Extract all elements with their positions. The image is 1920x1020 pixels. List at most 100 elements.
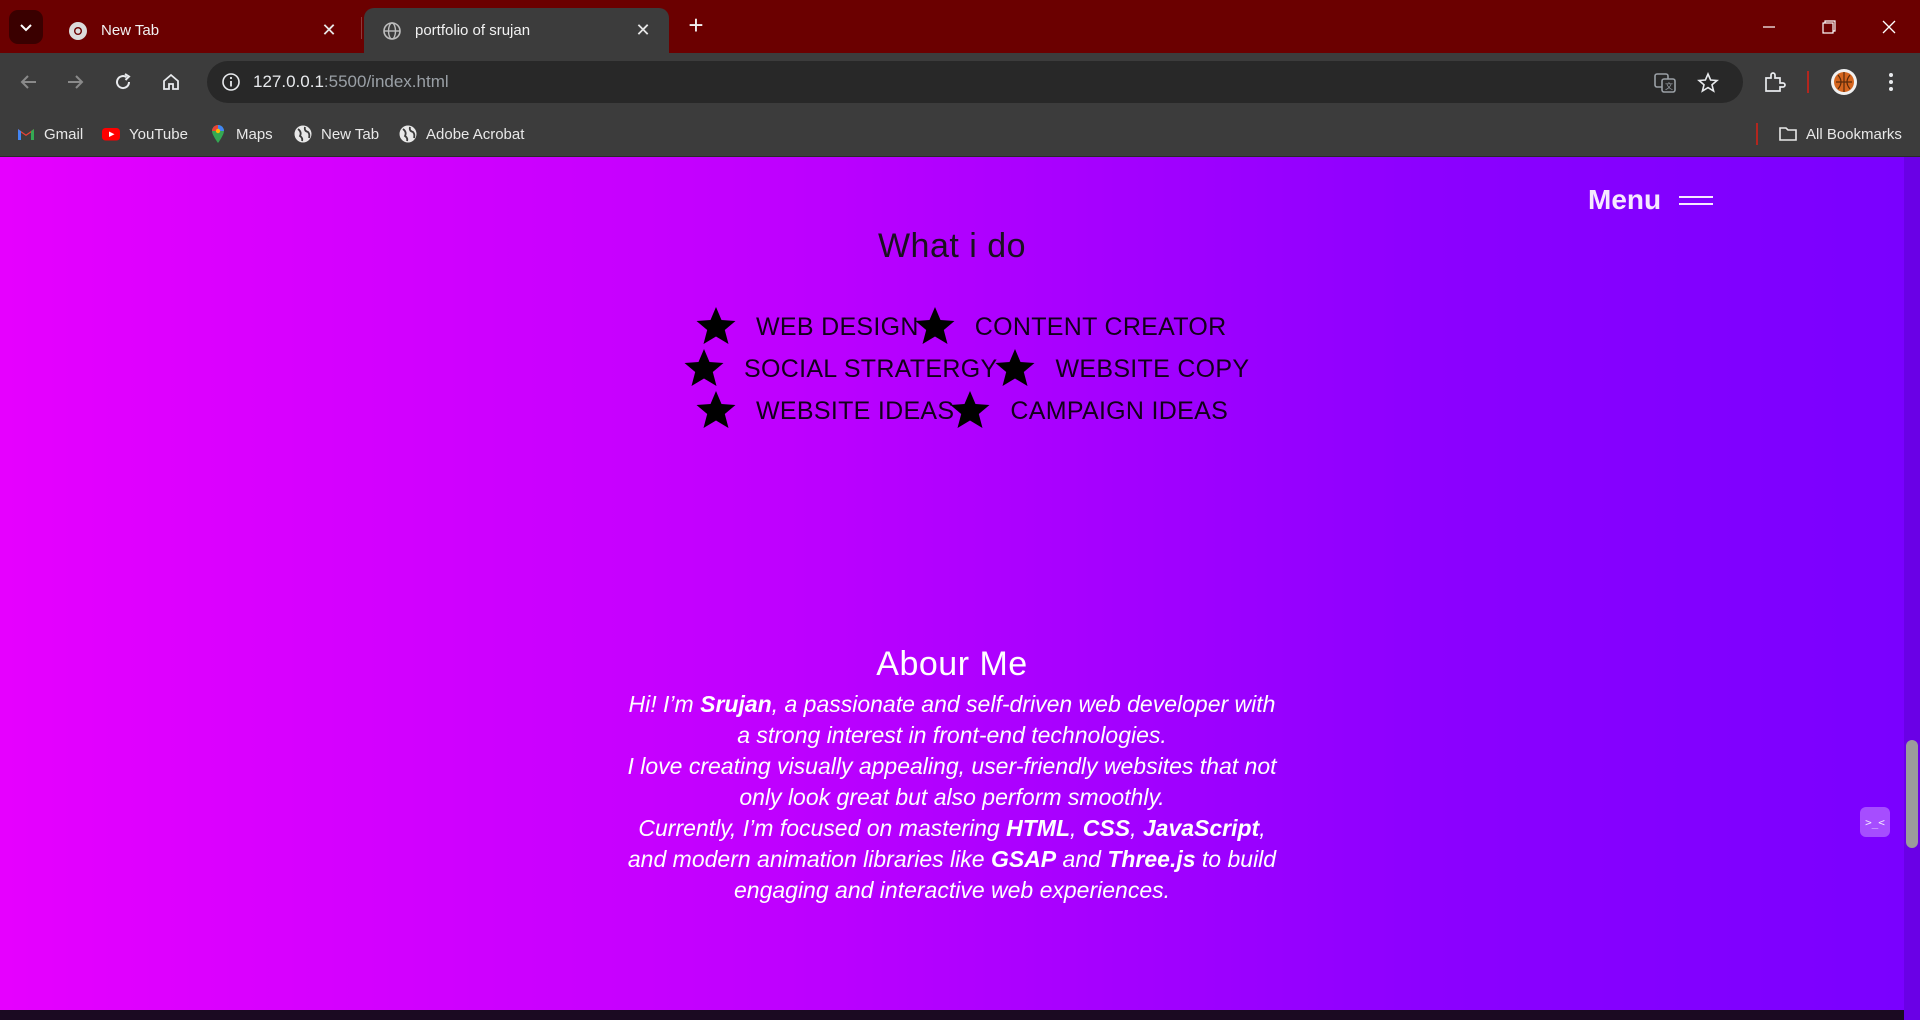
about-name: Srujan — [700, 691, 772, 717]
chevron-down-icon — [20, 24, 32, 32]
skill-label: SOCIAL STRATERGY — [744, 354, 998, 383]
about-tech: HTML — [1006, 815, 1070, 841]
next-section-edge — [0, 1010, 1904, 1020]
bookmark-youtube[interactable]: YouTube — [101, 122, 188, 146]
back-button[interactable] — [12, 65, 46, 99]
about-tech: JavaScript — [1142, 815, 1260, 841]
tab-title: New Tab — [101, 22, 160, 39]
star-icon — [950, 391, 990, 428]
restore-icon — [1822, 19, 1836, 34]
star-icon — [995, 349, 1035, 386]
profile-button[interactable] — [1830, 68, 1858, 96]
forward-arrow-icon — [68, 75, 84, 89]
portfolio-page: Menu What i do WEB DESIGN CONTENT CREATO… — [0, 157, 1904, 1020]
new-tab-button[interactable]: + — [682, 12, 710, 40]
star-icon — [915, 307, 955, 344]
skill-item: SOCIAL STRATERGY — [682, 349, 997, 389]
skill-item: CONTENT CREATOR — [913, 307, 1227, 347]
gmail-icon — [18, 129, 34, 140]
about-paragraph: Hi! I’m Srujan, a passionate and self-dr… — [620, 689, 1284, 906]
home-icon — [163, 73, 179, 90]
about-text: Hi! I’m — [628, 691, 701, 717]
about-text: , — [1130, 815, 1143, 841]
reload-button[interactable] — [106, 65, 140, 99]
tab-portfolio[interactable]: portfolio of srujan ✕ — [364, 8, 669, 53]
reload-icon — [116, 73, 131, 90]
skill-label: CONTENT CREATOR — [974, 312, 1227, 341]
tab-new-tab[interactable]: New Tab ✕ — [50, 8, 355, 53]
all-bookmarks-label: All Bookmarks — [1806, 125, 1902, 143]
browser-menu-button[interactable] — [1877, 68, 1905, 96]
close-tab-icon[interactable]: ✕ — [319, 20, 339, 40]
bookmark-label: Maps — [236, 125, 273, 143]
about-title: Abour Me — [876, 645, 1028, 683]
tab-search-button[interactable] — [9, 10, 43, 44]
bookmark-maps[interactable]: Maps — [208, 122, 273, 146]
floating-widget-button[interactable]: >_< — [1860, 807, 1890, 837]
bookmark-gmail[interactable]: Gmail — [16, 122, 83, 146]
extensions-button[interactable] — [1760, 68, 1788, 96]
scrollbar-thumb[interactable] — [1906, 740, 1918, 848]
skill-item: WEBSITE COPY — [993, 349, 1249, 389]
bookmark-label: YouTube — [129, 125, 188, 143]
skill-label: WEB DESIGN — [756, 312, 919, 341]
folder-icon — [1779, 127, 1797, 141]
tab-strip: New Tab ✕ portfolio of srujan ✕ + — [0, 0, 1920, 53]
address-bar[interactable]: 127.0.0.1:5500/index.html 文 — [207, 61, 1743, 103]
restore-button[interactable] — [1798, 0, 1860, 53]
globe-icon — [294, 125, 312, 143]
svg-text:文: 文 — [1665, 81, 1673, 91]
about-tech: GSAP — [990, 846, 1057, 872]
bookmark-label: Gmail — [44, 125, 84, 143]
menu-label: Menu — [1588, 184, 1662, 215]
bookmarks-bar: Gmail YouTube Maps New Tab Adobe Acrobat… — [0, 111, 1920, 157]
minimize-button[interactable] — [1738, 0, 1800, 53]
maps-icon — [212, 125, 224, 143]
bookmark-adobe-acrobat[interactable]: Adobe Acrobat — [398, 122, 524, 146]
what-i-do-title: What i do — [877, 227, 1027, 265]
about-text: and — [1056, 846, 1108, 872]
about-text: Currently, I’m focused on mastering — [638, 815, 1007, 841]
star-icon — [696, 307, 736, 344]
bookmark-star-icon[interactable] — [1696, 71, 1720, 95]
tab-separator — [361, 17, 362, 39]
close-window-button[interactable] — [1858, 0, 1920, 53]
skill-label: CAMPAIGN IDEAS — [1010, 396, 1229, 425]
bookmark-new-tab[interactable]: New Tab — [293, 122, 379, 146]
close-icon — [1882, 20, 1896, 33]
menu-button[interactable]: Menu — [1588, 184, 1714, 216]
skill-item: WEB DESIGN — [694, 307, 919, 347]
toolbar-divider — [1807, 71, 1809, 93]
youtube-icon — [102, 128, 120, 141]
skills-row: WEB DESIGN CONTENT CREATOR — [694, 307, 1227, 347]
widget-label: >_< — [1865, 815, 1885, 829]
about-text: I love creating visually appealing, user… — [627, 753, 1277, 810]
bookmarks-divider — [1756, 123, 1758, 145]
minimize-icon — [1763, 25, 1775, 28]
forward-button[interactable] — [58, 65, 92, 99]
close-tab-icon[interactable]: ✕ — [633, 20, 653, 40]
globe-icon — [383, 21, 401, 40]
about-text: , a passionate and self-driven web devel… — [737, 691, 1276, 748]
avatar — [1831, 69, 1857, 95]
skill-label: WEBSITE IDEAS — [756, 396, 955, 425]
skill-item: WEBSITE IDEAS — [694, 391, 954, 431]
tab-title: portfolio of srujan — [415, 22, 531, 39]
about-text: , — [1070, 815, 1083, 841]
star-icon — [684, 349, 724, 386]
hamburger-icon — [1679, 191, 1714, 210]
skills-row: WEBSITE IDEAS CAMPAIGN IDEAS — [694, 391, 1228, 431]
skill-label: WEBSITE COPY — [1055, 354, 1250, 383]
bookmark-label: New Tab — [321, 125, 380, 143]
url-text[interactable]: 127.0.0.1:5500/index.html — [253, 61, 449, 103]
page-scrollbar[interactable] — [1904, 157, 1920, 1020]
more-vertical-icon — [1889, 73, 1893, 91]
translate-icon[interactable]: 文 — [1653, 71, 1677, 95]
site-info-icon[interactable] — [221, 72, 241, 92]
bookmark-label: Adobe Acrobat — [426, 125, 525, 143]
url-host: 127.0.0.1 — [253, 72, 324, 91]
home-button[interactable] — [154, 65, 188, 99]
about-tech: CSS — [1082, 815, 1131, 841]
all-bookmarks-button[interactable]: All Bookmarks — [1778, 122, 1902, 146]
toolbar: 127.0.0.1:5500/index.html 文 — [0, 53, 1920, 111]
